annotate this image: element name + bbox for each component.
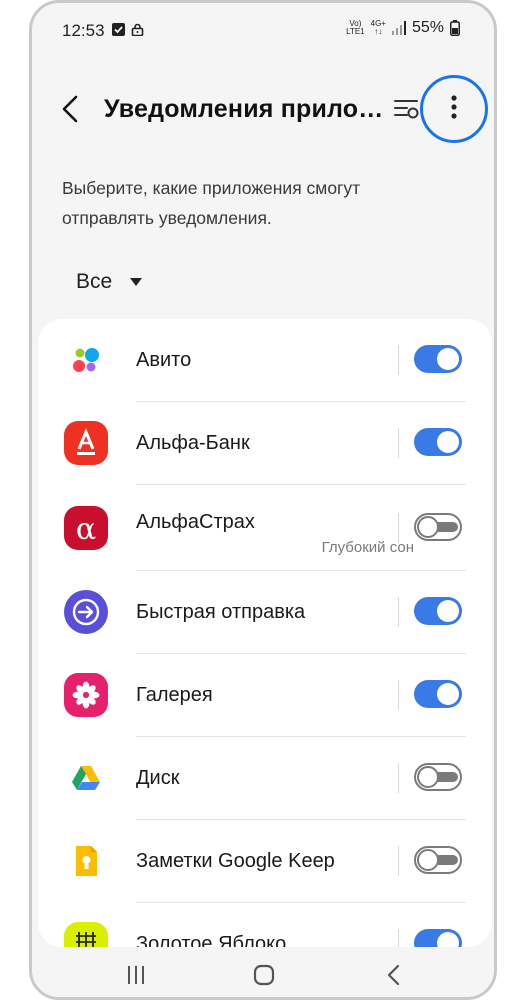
app-name: Золотое Яблоко <box>136 933 287 947</box>
network-indicator: 4G+ ↑↓ <box>370 19 386 36</box>
volte-indicator: Vo) LTE1 <box>346 19 365 36</box>
sort-filter-button[interactable] <box>392 93 422 123</box>
chevron-left-icon <box>62 95 78 123</box>
back-nav-button[interactable] <box>374 959 414 991</box>
lock-icon <box>131 23 144 36</box>
app-name: Авито <box>136 349 192 371</box>
google-keep-icon <box>64 839 108 883</box>
alfastrah-icon: α <box>64 506 108 550</box>
status-bar: 12:53 Vo) LTE1 4G+ ↑↓ 55% <box>32 3 494 57</box>
zolotoe-yabloko-icon <box>64 922 108 947</box>
home-icon <box>253 964 275 986</box>
home-button[interactable] <box>244 959 284 991</box>
notification-toggle[interactable] <box>414 680 462 708</box>
notification-toggle[interactable] <box>414 597 462 625</box>
list-item[interactable]: Золотое Яблоко <box>38 903 492 947</box>
toggle-knob <box>417 849 439 871</box>
filter-dropdown-label: Все <box>76 270 113 293</box>
toggle-knob <box>437 932 459 947</box>
back-nav-icon <box>387 964 400 986</box>
toggle-knob <box>437 348 459 370</box>
separator <box>398 513 399 543</box>
notification-toggle[interactable] <box>414 345 462 373</box>
list-item[interactable]: Галерея <box>38 654 492 737</box>
app-name: Диск <box>136 767 180 789</box>
phone-screen: 12:53 Vo) LTE1 4G+ ↑↓ 55% Уведомления прил… <box>29 0 497 1000</box>
description-text: Выберите, какие приложения смогут отправ… <box>62 178 361 228</box>
toggle-knob <box>437 600 459 622</box>
page-title: Уведомления прило… <box>104 95 384 123</box>
status-system-icons: Vo) LTE1 4G+ ↑↓ 55% <box>346 19 460 37</box>
list-item[interactable]: α АльфаСтрах Глубокий сон <box>38 485 492 571</box>
list-item[interactable]: Авито <box>38 319 492 402</box>
signal-icon <box>391 21 406 35</box>
notification-check-icon <box>112 23 125 36</box>
gallery-icon <box>64 673 108 717</box>
battery-icon <box>450 20 460 36</box>
notification-toggle[interactable] <box>414 929 462 947</box>
separator <box>398 345 399 375</box>
separator <box>398 597 399 627</box>
google-drive-icon <box>64 756 108 800</box>
caret-down-icon <box>130 278 143 286</box>
app-name: Альфа-Банк <box>136 432 250 454</box>
system-navigation-bar <box>32 951 494 997</box>
list-item[interactable]: Диск <box>38 737 492 820</box>
toggle-track <box>438 855 458 865</box>
toggle-knob <box>437 431 459 453</box>
toggle-track <box>438 522 458 532</box>
avito-icon <box>64 338 108 382</box>
notification-toggle[interactable] <box>414 846 462 874</box>
separator <box>398 846 399 876</box>
sort-filter-icon <box>394 100 419 119</box>
separator <box>398 929 399 947</box>
toggle-knob <box>417 516 439 538</box>
svg-text:α: α <box>76 512 96 547</box>
app-name: АльфаСтрах <box>136 511 255 533</box>
recent-apps-icon <box>128 966 144 984</box>
app-name: Быстрая отправка <box>136 601 306 623</box>
app-list: Авито Альфа-Банк α АльфаСтрах Глубокий с… <box>38 319 492 947</box>
toggle-knob <box>417 766 439 788</box>
app-status-subtitle: Глубокий сон <box>321 539 414 556</box>
list-item[interactable]: Быстрая отправка <box>38 571 492 654</box>
status-notification-icons <box>112 23 144 36</box>
alfa-bank-icon <box>64 421 108 465</box>
toggle-track <box>438 772 458 782</box>
app-name: Заметки Google Keep <box>136 850 335 872</box>
highlight-ring <box>420 75 488 143</box>
battery-percent: 55% <box>411 19 444 36</box>
notification-toggle[interactable] <box>414 428 462 456</box>
notification-toggle[interactable] <box>414 763 462 791</box>
back-button[interactable] <box>56 89 86 129</box>
recent-apps-button[interactable] <box>116 959 156 991</box>
status-time: 12:53 <box>62 21 105 40</box>
separator <box>398 680 399 710</box>
toggle-knob <box>437 683 459 705</box>
list-item[interactable]: Заметки Google Keep <box>38 820 492 903</box>
phone: 12:53 Vo) LTE1 4G+ ↑↓ 55% Уведомления прил… <box>29 0 497 1000</box>
separator <box>398 763 399 793</box>
app-name: Галерея <box>136 684 213 706</box>
separator <box>398 428 399 458</box>
list-item[interactable]: Альфа-Банк <box>38 402 492 485</box>
quick-share-icon <box>64 590 108 634</box>
filter-dropdown[interactable]: Все <box>76 265 143 299</box>
notification-toggle[interactable] <box>414 513 462 541</box>
